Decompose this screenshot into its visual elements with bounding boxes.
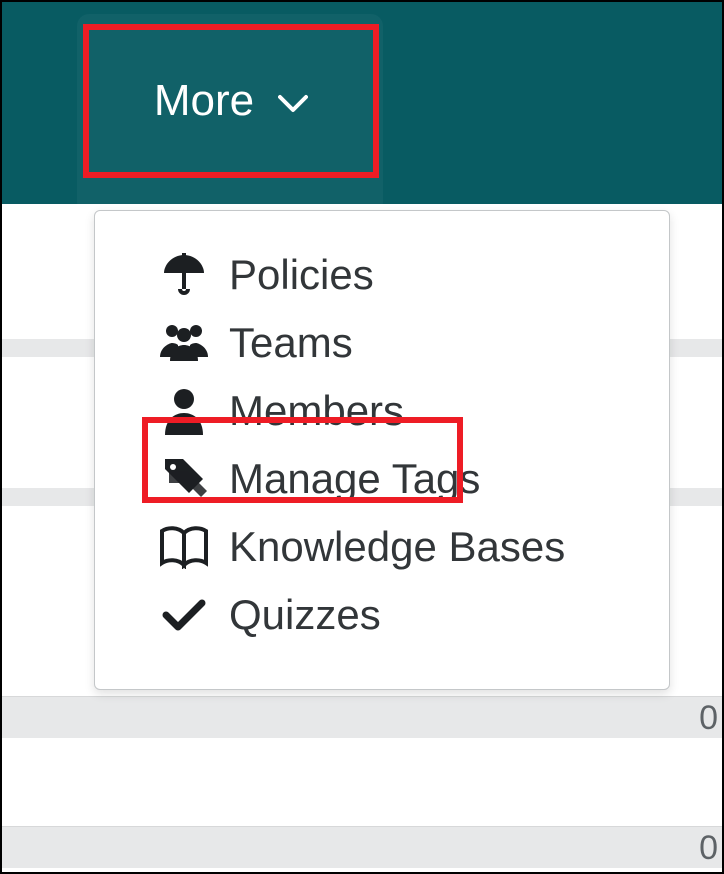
menu-item-quizzes[interactable]: Quizzes <box>95 581 669 649</box>
menu-item-label: Quizzes <box>217 591 381 639</box>
more-button-highlight: More <box>83 24 379 178</box>
umbrella-icon <box>151 251 217 299</box>
check-icon <box>151 597 217 633</box>
menu-item-label: Teams <box>217 319 353 367</box>
more-button[interactable]: More <box>89 30 373 172</box>
tags-icon <box>151 457 217 501</box>
bg-count-row: 0 <box>0 696 724 738</box>
menu-item-policies[interactable]: Policies <box>95 241 669 309</box>
menu-item-label: Policies <box>217 251 374 299</box>
chevron-down-icon <box>278 88 308 114</box>
users-icon <box>151 321 217 365</box>
user-icon <box>151 387 217 435</box>
menu-item-members[interactable]: Members <box>95 377 669 445</box>
menu-item-knowledge-bases[interactable]: Knowledge Bases <box>95 513 669 581</box>
menu-item-teams[interactable]: Teams <box>95 309 669 377</box>
menu-item-label: Members <box>217 387 404 435</box>
bg-count-row: 0 <box>0 826 724 868</box>
menu-item-manage-tags[interactable]: Manage Tags <box>95 445 669 513</box>
book-icon <box>151 525 217 569</box>
more-dropdown: Policies Teams Members <box>94 210 670 690</box>
menu-item-label: Knowledge Bases <box>217 523 565 571</box>
more-button-label: More <box>154 76 254 126</box>
menu-item-label: Manage Tags <box>217 455 480 503</box>
